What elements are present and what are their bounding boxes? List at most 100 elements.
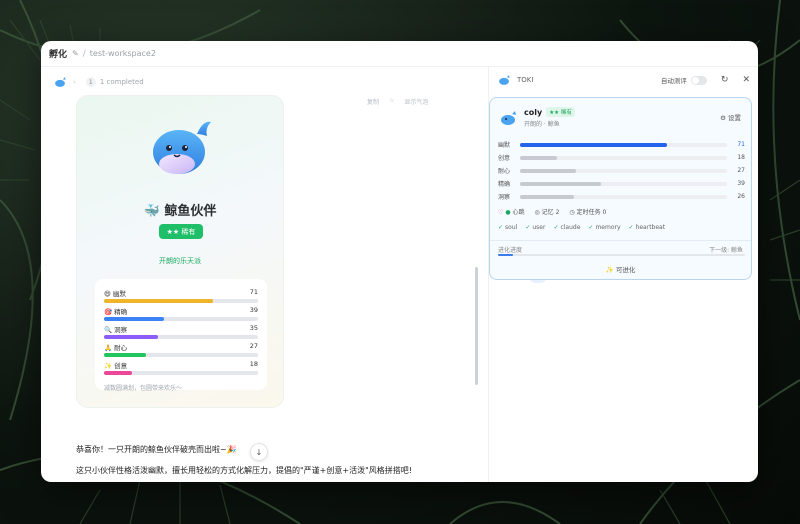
close-icon[interactable]: ✕ [742,75,750,85]
stat-bar-track [104,353,258,357]
scroll-down-button[interactable]: ↓ [250,443,268,461]
stat-label: 🎯 精确 [104,308,128,316]
stat-item: 🎯 精确 39 [104,306,258,321]
side-stat-label: 洞察 [498,194,511,201]
file-tag-label: soul [505,224,518,231]
evolution-row: 进化进度 下一级: 鲸鱼 [498,245,743,254]
stat-bar-fill [104,371,132,375]
side-stat-row: 创意 18 [498,151,745,164]
stat-row: 🎯 精确 39 [104,306,258,316]
stat-value: 39 [249,306,258,314]
side-stat-label: 耐心 [498,168,511,175]
stat-row: 🙏 耐心 27 [104,342,258,352]
pet-name: coly [524,107,543,117]
chevron-right-icon: › [73,78,76,86]
pet-side-panel: TOKI 自动测评 ↻ ✕ coly ★★ 稀有 开朗的 · 鲸鱼 ⚙ 设置 幽… [488,67,758,482]
timer-label: 定时任务 0 [576,209,607,216]
side-stat-track [520,142,727,147]
stat-row: 😄 幽默 71 [104,288,258,298]
side-stat-track [520,181,727,186]
workspace-name: test-workspace2 [89,49,156,58]
show-bubble-button[interactable]: 显示气泡 [404,97,428,106]
heartbeat-label: 心跳 [512,209,525,216]
file-tag[interactable]: ✓ memory [588,224,620,231]
side-stat-track [520,194,727,199]
stat-value: 71 [249,288,258,296]
evolution-progress-track [498,254,745,256]
online-dot-icon: ● [505,209,511,216]
stat-bar-fill [104,353,146,357]
heartbeat-status: ♡ ● 心跳 [498,207,525,216]
stat-bar-track [104,371,258,375]
side-stat-label: 幽默 [498,142,511,149]
evolution-next: 下一级: 鲸鱼 [709,247,743,254]
stat-item: 🔍 洞察 35 [104,324,258,339]
stat-row: 🔍 洞察 35 [104,324,258,334]
chat-scrollbar[interactable] [475,267,478,385]
stat-value: 18 [249,360,258,368]
pet-identity: coly ★★ 稀有 开朗的 · 鲸鱼 [498,107,575,128]
side-stat-value: 26 [737,193,745,200]
pet-card-title: 🐳 鲸鱼伙伴 [143,204,217,219]
pet-settings-button[interactable]: ⚙ 设置 [720,112,741,122]
file-tag-label: memory [595,224,621,231]
file-tag[interactable]: ✓ soul [498,224,517,231]
stat-bar-track [104,317,258,321]
side-stat-track [520,155,727,160]
stat-bar-fill [104,335,158,339]
side-stat-fill [520,142,667,147]
check-icon: ✓ [498,224,504,231]
stat-label: 🔍 洞察 [104,326,128,334]
evolution-label: 进化进度 [498,247,523,254]
whale-icon [55,77,66,87]
file-tag[interactable]: ✓ claude [553,224,580,231]
side-stat-track [520,168,727,173]
side-stat-value: 39 [737,180,745,187]
stat-bar-fill [104,317,165,321]
side-stat-fill [520,168,576,173]
stat-label: ✨ 创意 [104,362,128,370]
stats-footer: 减数圆满划，包圆带来欢乐～ [104,385,183,392]
timer-count: ◷ 定时任务 0 [569,207,606,216]
copy-button[interactable]: 复制 [367,97,379,106]
stat-row: ✨ 创意 18 [104,360,258,370]
file-tag[interactable]: ✓ heartbeat [629,224,666,231]
file-tag-label: claude [560,224,581,231]
pet-rarity-badge: ★★ 稀有 [546,107,575,117]
description-message: 这只小伙伴性格活泼幽默，擅长用轻松的方式化解压力，提倡的"严谨+创意+活泼"风格… [76,466,412,475]
chat-panel: › 1 1 completed 复制 ☆ 显示气泡 🐳 鲸鱼伙伴 ★★ 稀有 开… [41,67,488,482]
memory-count: ◎ 记忆 2 [535,207,560,216]
star-button[interactable]: ☆ [389,97,394,106]
window-title: 孵化 [49,50,68,60]
side-stat-fill [520,155,558,160]
task-breadcrumb[interactable]: › 1 1 completed [53,75,144,89]
congrats-message: 恭喜你！一只开朗的鲸鱼伙伴破壳而出啦~🎉 [76,445,237,454]
side-stat-value: 71 [737,141,745,148]
file-tag[interactable]: ✓ user [525,224,545,231]
heart-icon: ♡ [498,209,504,216]
title-bar: 孵化 ✎ / test-workspace2 ⑂ ⇹ [41,41,758,482]
side-stat-value: 27 [737,167,745,174]
side-stat-label: 精确 [498,181,511,188]
refresh-icon[interactable]: ↻ [721,75,729,85]
title-separator: / [82,48,86,59]
pet-settings-label: 设置 [728,114,741,122]
arrow-down-icon: ↓ [255,447,263,457]
stat-item: 😄 幽默 71 [104,288,258,303]
auto-eval-toggle[interactable] [690,75,707,85]
side-panel-title: TOKI [517,76,534,84]
stat-value: 27 [249,342,258,350]
task-count-badge: 1 [85,77,96,87]
edit-title-icon[interactable]: ✎ [72,49,79,58]
stat-list: 😄 幽默 71 🎯 精确 39 🔍 洞察 35 🙏 耐心 27 ✨ 创意 18 [104,288,258,375]
pet-personality: 开朗的乐天派 [159,257,201,265]
pet-stat-bars: 幽默 71 创意 18 耐心 27 精确 39 洞察 26 [498,138,745,203]
whale-avatar-icon [501,110,516,125]
stat-item: ✨ 创意 18 [104,360,258,375]
pet-file-tags: ✓ soul ✓ user ✓ claude ✓ memory ✓ heartbeat [498,224,665,231]
stat-value: 35 [249,324,258,332]
evolve-button[interactable]: ✨ 可进化 [490,264,751,274]
rarity-badge: ★★ 稀有 [159,224,203,239]
check-icon: ✓ [553,224,559,231]
pet-status-card-body: coly ★★ 稀有 开朗的 · 鲸鱼 ⚙ 设置 幽默 71 创意 18 耐心 27 精确 3… [489,97,752,280]
